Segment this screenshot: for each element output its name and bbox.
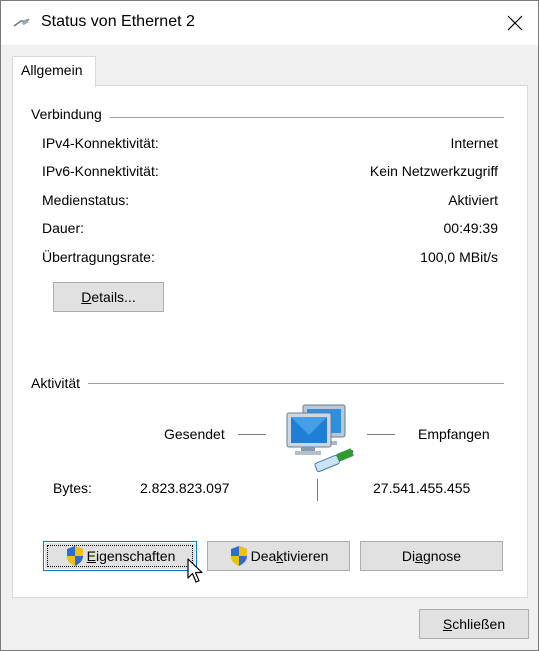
properties-accel: E <box>86 548 96 564</box>
connection-group-title: Verbindung <box>31 106 110 122</box>
title-bar[interactable]: Status von Ethernet 2 <box>1 1 538 45</box>
ipv4-label: IPv4-Konnektivität: <box>42 135 159 151</box>
ethernet-cable-icon <box>13 18 30 27</box>
properties-button[interactable]: Eigenschaften <box>43 541 197 571</box>
ipv4-value: Internet <box>450 135 498 151</box>
deactivate-button[interactable]: Dea k tivieren <box>207 541 350 571</box>
tab-label: Allgemein <box>21 62 83 78</box>
close-button[interactable]: Schließen <box>419 609 529 639</box>
bytes-label: Bytes: <box>53 480 92 496</box>
properties-label-rest: igenschaften <box>95 548 176 564</box>
diagnose-label-rest: gnose <box>422 548 462 564</box>
details-button[interactable]: Details... <box>53 282 164 312</box>
duration-value: 00:49:39 <box>443 220 499 236</box>
ipv6-value: Kein Netzwerkzugriff <box>369 163 498 179</box>
ipv6-label: IPv6-Konnektivität: <box>42 163 159 179</box>
bytes-sent-value: 2.823.823.097 <box>140 480 230 496</box>
network-computers-icon <box>286 404 354 473</box>
close-accel: S <box>442 616 453 632</box>
close-icon <box>507 15 523 31</box>
details-label-rest: etails... <box>91 289 136 305</box>
close-window-button[interactable] <box>492 1 538 45</box>
media-status-label: Medienstatus: <box>42 192 130 208</box>
deactivate-label-prefix: Dea <box>250 548 277 564</box>
diagnose-accel: a <box>415 548 423 564</box>
sent-connector-line <box>238 434 266 435</box>
uac-shield-icon <box>230 546 247 566</box>
tab-allgemein[interactable]: Allgemein <box>12 56 96 87</box>
received-label: Empfangen <box>418 426 490 442</box>
diagnose-button[interactable]: Di a gnose <box>360 541 503 571</box>
activity-group-title: Aktivität <box>31 375 89 391</box>
uac-shield-icon <box>66 546 83 566</box>
duration-label: Dauer: <box>42 220 85 236</box>
deactivate-label-rest: tivieren <box>283 548 329 564</box>
mouse-pointer-icon <box>187 558 203 583</box>
speed-value: 100,0 MBit/s <box>420 249 498 265</box>
bytes-received-value: 27.541.455.455 <box>373 480 471 496</box>
activity-group-divider <box>31 383 504 384</box>
received-connector-line <box>367 434 395 435</box>
bytes-separator <box>317 479 318 501</box>
close-label-rest: chließen <box>452 616 506 632</box>
diagnose-label-prefix: Di <box>401 548 416 564</box>
deactivate-accel: k <box>276 548 284 564</box>
media-status-value: Aktiviert <box>448 192 498 208</box>
status-dialog: Status von Ethernet 2 Allgemein Verbindu… <box>0 0 539 651</box>
speed-label: Übertragungsrate: <box>42 249 155 265</box>
details-accel: D <box>81 289 92 305</box>
window-title: Status von Ethernet 2 <box>41 13 195 30</box>
tab-panel-general <box>12 85 528 598</box>
sent-label: Gesendet <box>164 426 225 442</box>
